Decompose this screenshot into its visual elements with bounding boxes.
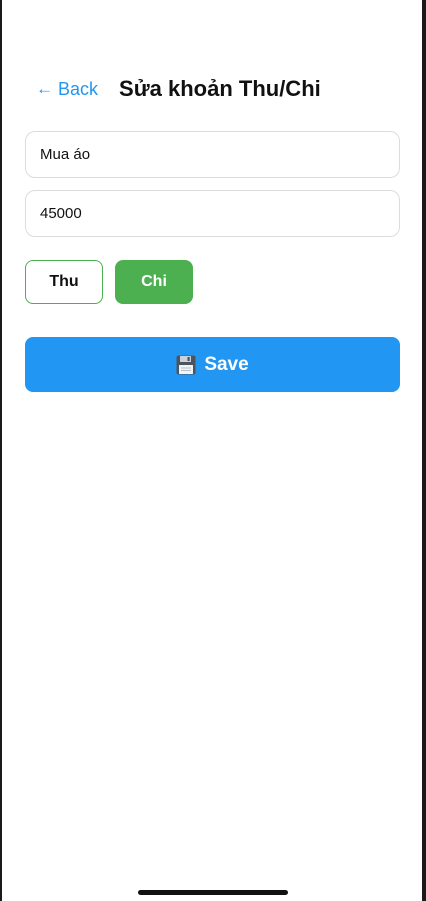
- app-screen: ← Back Sửa khoản Thu/Chi Thu Chi Save: [2, 0, 422, 901]
- header: ← Back Sửa khoản Thu/Chi: [36, 72, 321, 106]
- page-title: Sửa khoản Thu/Chi: [119, 76, 321, 101]
- save-button[interactable]: Save: [25, 337, 400, 392]
- type-chi-button[interactable]: Chi: [115, 260, 193, 304]
- save-label: Save: [204, 353, 249, 375]
- amount-input[interactable]: [25, 190, 400, 237]
- home-indicator[interactable]: [138, 890, 288, 895]
- left-arrow-icon: ←: [36, 79, 53, 98]
- name-input[interactable]: [25, 131, 400, 178]
- floppy-disk-icon: [176, 355, 196, 374]
- type-chi-label: Chi: [141, 273, 167, 290]
- back-button[interactable]: ← Back: [36, 79, 98, 100]
- back-label: Back: [58, 78, 99, 99]
- type-thu-button[interactable]: Thu: [25, 260, 103, 304]
- type-thu-label: Thu: [49, 273, 79, 290]
